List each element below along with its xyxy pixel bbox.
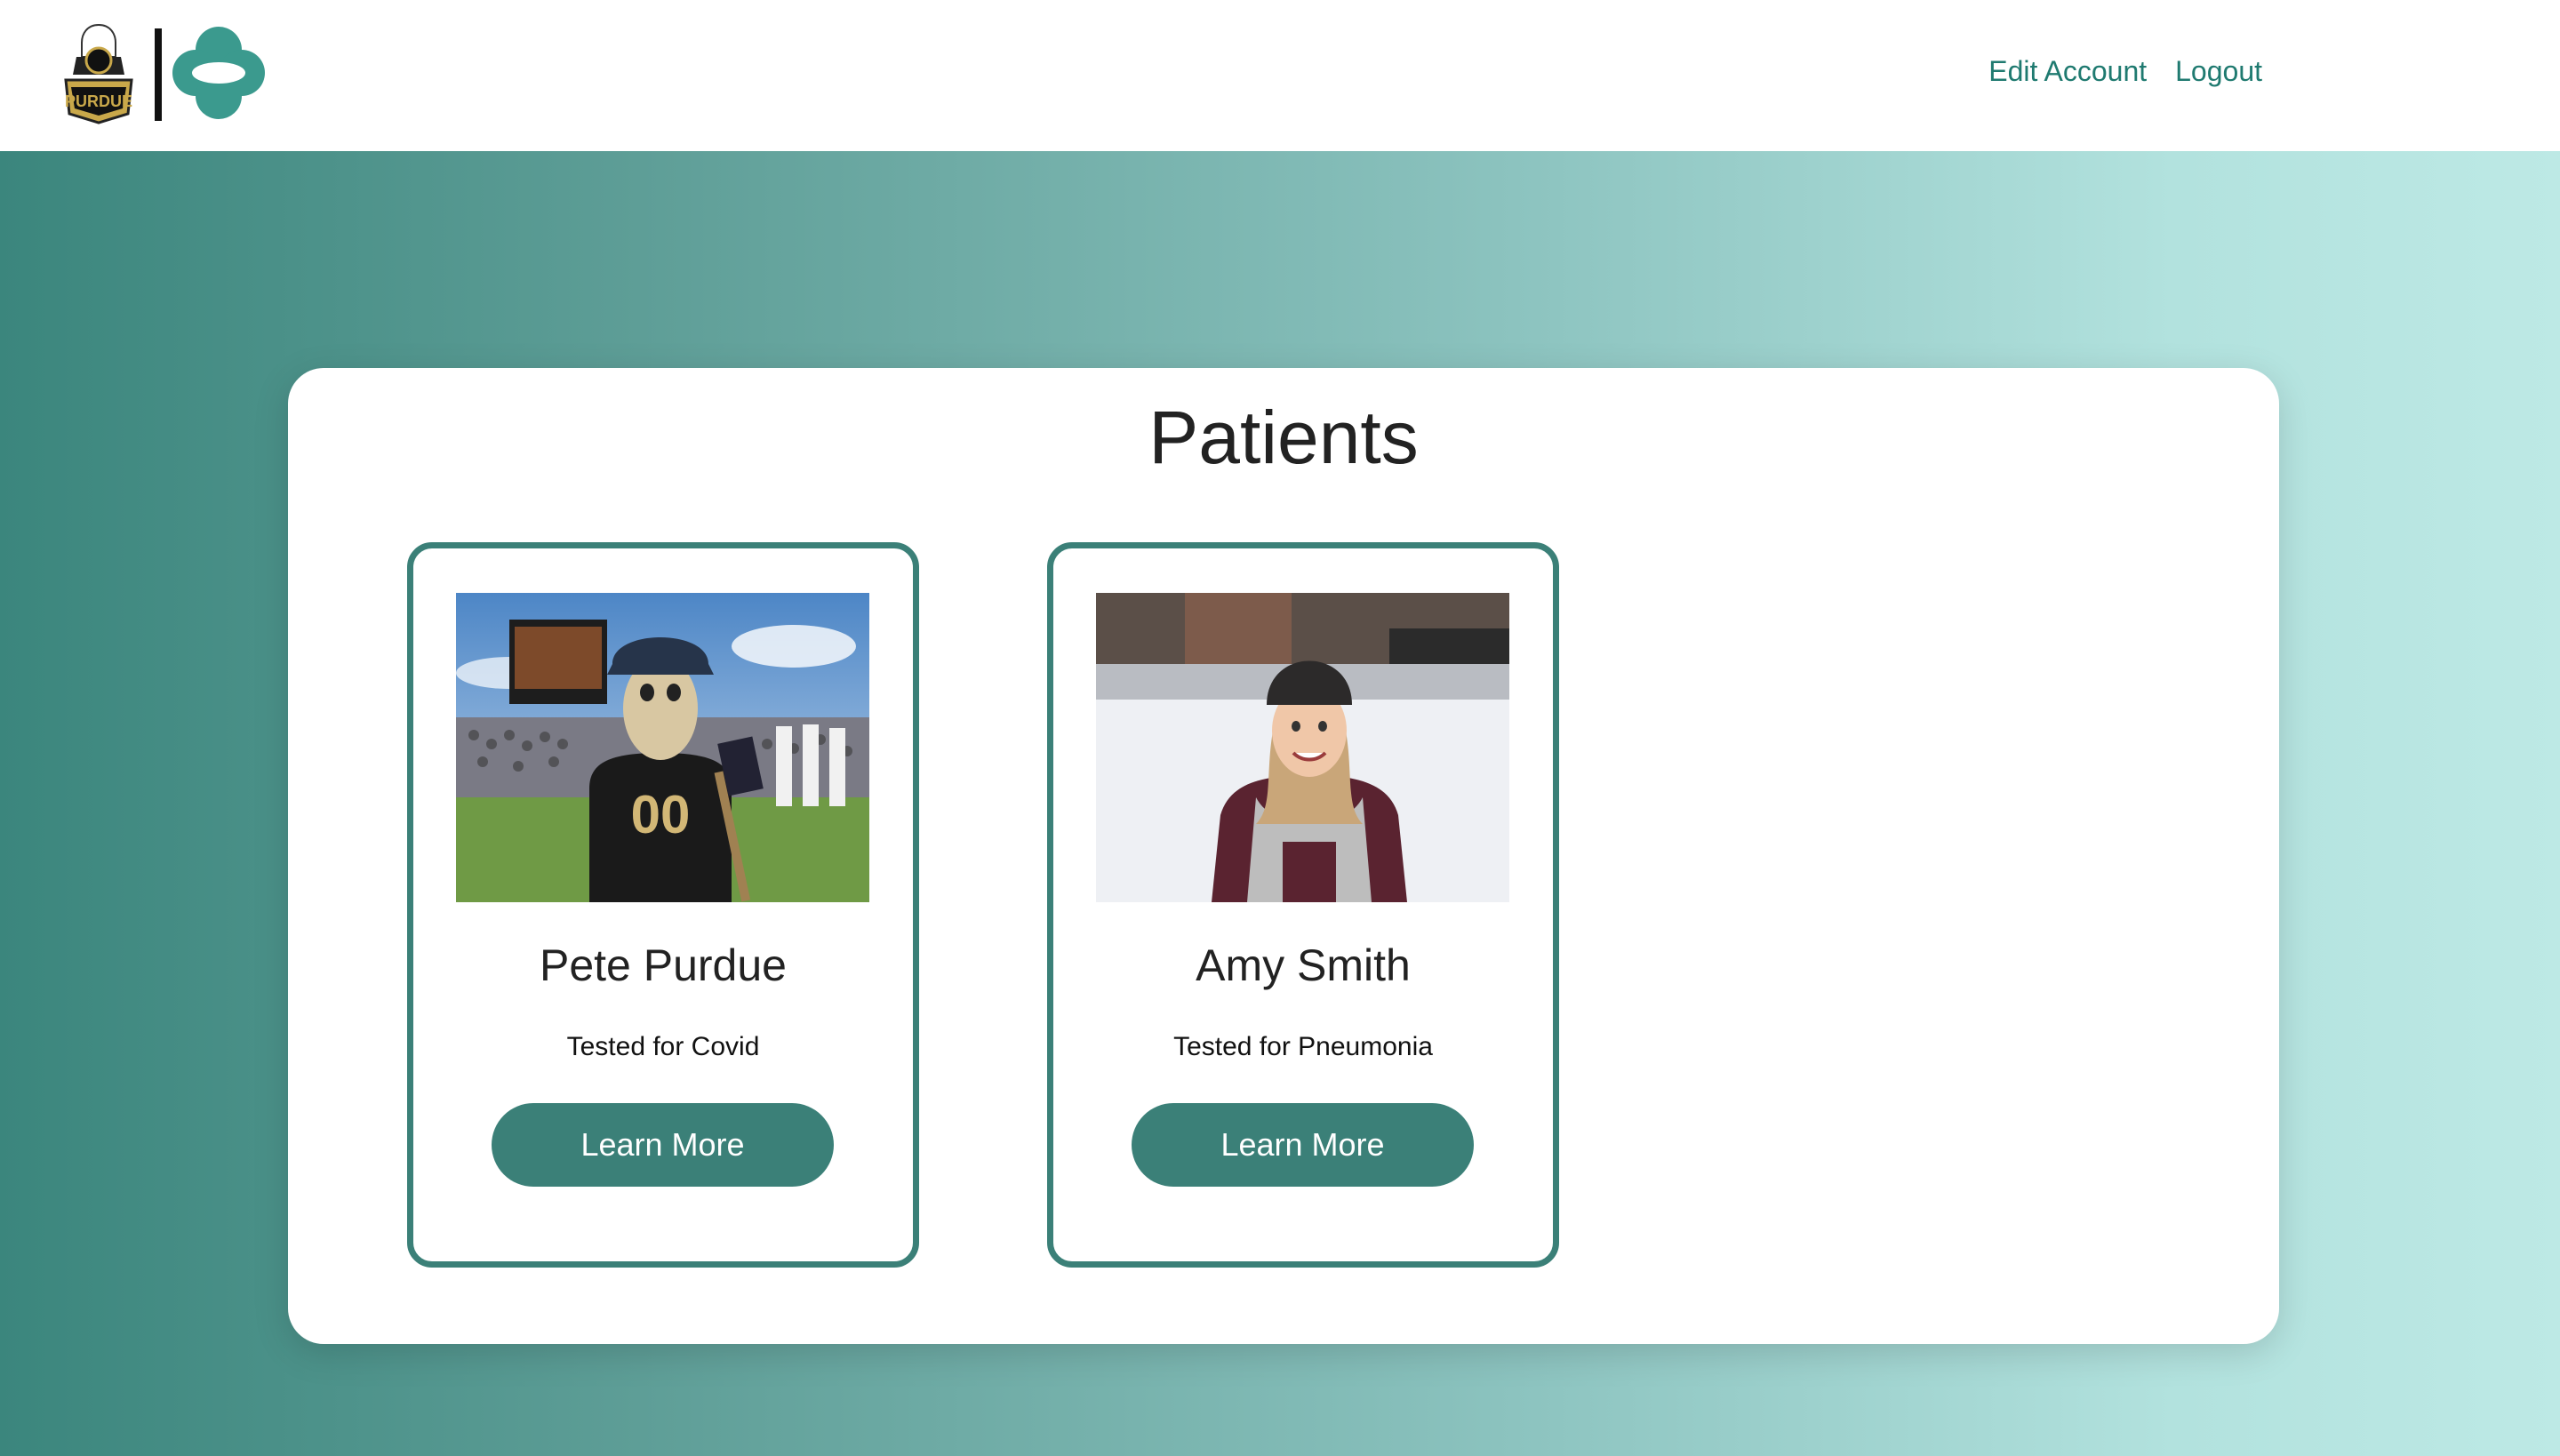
edit-account-link[interactable]: Edit Account xyxy=(1988,55,2147,88)
learn-more-button[interactable]: Learn More xyxy=(492,1103,834,1187)
svg-text:00: 00 xyxy=(631,785,691,844)
learn-more-button[interactable]: Learn More xyxy=(1132,1103,1474,1187)
logo-divider xyxy=(155,28,162,121)
purdue-logo: PURDUE xyxy=(64,23,133,124)
merck-logo xyxy=(172,27,265,119)
top-header: PURDUE Edit Account Logout xyxy=(0,0,2560,151)
patient-card: Amy Smith Tested for Pneumonia Learn Mor… xyxy=(1047,542,1559,1268)
svg-text:PURDUE: PURDUE xyxy=(65,92,132,110)
patient-photo-mascot: 00 xyxy=(456,593,869,902)
patient-name: Amy Smith xyxy=(1196,940,1411,990)
patient-test: Tested for Covid xyxy=(566,1032,760,1061)
logout-link[interactable]: Logout xyxy=(2175,55,2262,88)
patients-panel: Patients 00 Pete Purdue Tested for Covid… xyxy=(288,368,2279,1344)
patient-card: 00 Pete Purdue Tested for Covid Learn Mo… xyxy=(407,542,919,1268)
patient-photo-woman xyxy=(1096,593,1509,902)
page-title: Patients xyxy=(1148,396,1419,479)
patient-test: Tested for Pneumonia xyxy=(1173,1032,1433,1061)
header-nav: Edit Account Logout xyxy=(1988,55,2262,88)
patient-name: Pete Purdue xyxy=(540,940,787,990)
logo-group[interactable]: PURDUE xyxy=(60,21,274,126)
